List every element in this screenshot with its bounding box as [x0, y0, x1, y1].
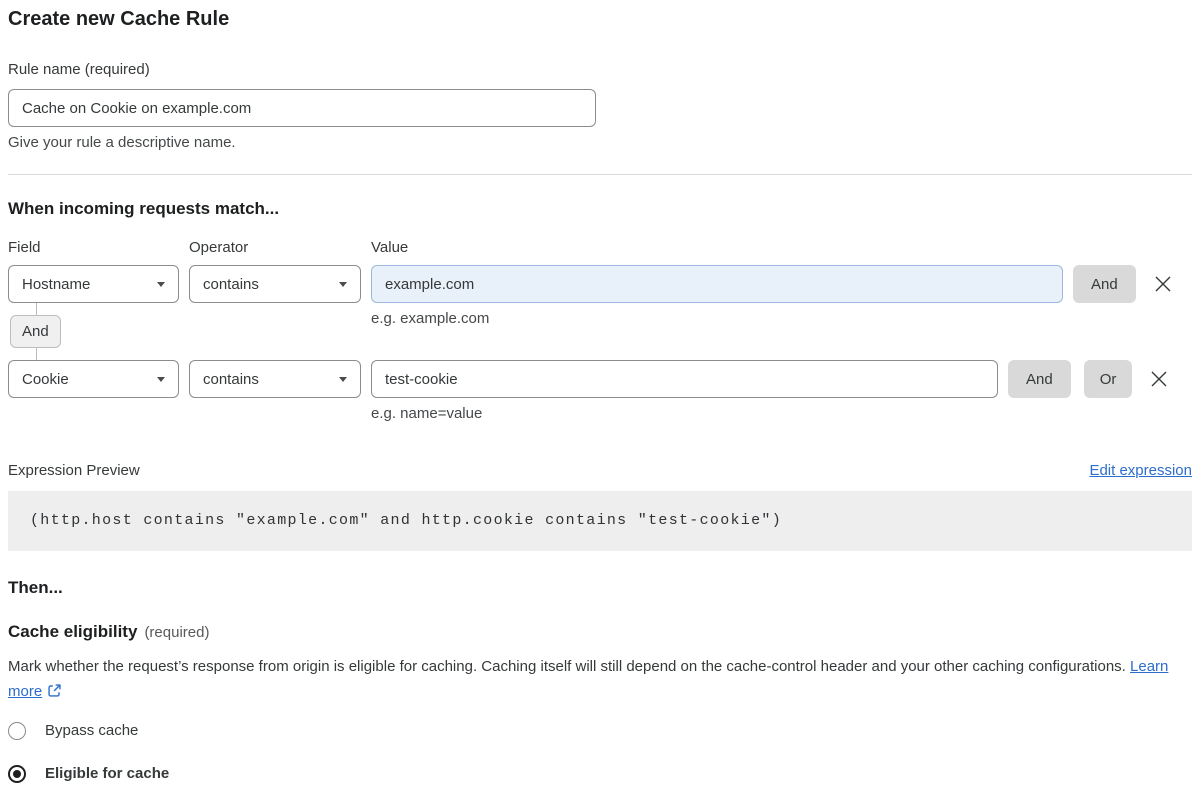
remove-condition-button-row1[interactable]	[1152, 265, 1174, 303]
operator-select-row1[interactable]: contains	[189, 265, 361, 303]
create-cache-rule-form: Create new Cache Rule Rule name (require…	[8, 5, 1192, 784]
field-select-row2-value: Cookie	[22, 371, 69, 388]
remove-condition-button-row2[interactable]	[1148, 360, 1170, 398]
match-column-labels: Field Operator Value	[8, 238, 1192, 258]
radio-option-bypass-cache[interactable]: Bypass cache	[8, 721, 1192, 741]
edit-expression-link[interactable]: Edit expression	[1089, 461, 1192, 481]
value-helper-row2: e.g. name=value	[371, 404, 998, 424]
operator-column-label: Operator	[189, 238, 248, 258]
radio-unselected-icon[interactable]	[8, 722, 26, 740]
rule-name-input[interactable]	[8, 89, 596, 127]
caret-down-icon	[339, 282, 347, 287]
match-row: Hostname contains e.g. example.com And	[8, 265, 1192, 329]
rule-name-helper: Give your rule a descriptive name.	[8, 133, 1192, 153]
radio-option-label: Eligible for cache	[45, 764, 169, 784]
condition-connector-and-button[interactable]: And	[10, 315, 61, 348]
value-column-row2: e.g. name=value	[371, 360, 998, 424]
radio-option-eligible-for-cache[interactable]: Eligible for cache	[8, 764, 1192, 784]
connector-line	[36, 303, 37, 315]
field-select-row1[interactable]: Hostname	[8, 265, 179, 303]
cache-eligibility-options: Bypass cache Eligible for cache	[8, 721, 1192, 784]
expression-preview-label: Expression Preview	[8, 461, 140, 481]
field-select-row2[interactable]: Cookie	[8, 360, 179, 398]
close-icon	[1154, 275, 1172, 293]
add-and-condition-button-row1[interactable]: And	[1073, 265, 1136, 303]
cache-eligibility-description: Mark whether the request’s response from…	[8, 654, 1192, 704]
required-tag: (required)	[144, 624, 209, 641]
match-section-heading: When incoming requests match...	[8, 198, 1192, 220]
caret-down-icon	[157, 282, 165, 287]
page-title: Create new Cache Rule	[8, 5, 1192, 33]
caret-down-icon	[157, 377, 165, 382]
add-and-condition-button-row2[interactable]: And	[1008, 360, 1071, 398]
match-row: Cookie contains e.g. name=value And Or	[8, 360, 1192, 424]
value-input-row2[interactable]	[371, 360, 998, 398]
operator-select-row1-value: contains	[203, 276, 259, 293]
add-or-condition-button-row2[interactable]: Or	[1084, 360, 1133, 398]
radio-option-label: Bypass cache	[45, 721, 138, 741]
external-link-icon	[47, 683, 62, 698]
rule-name-label: Rule name (required)	[8, 60, 1192, 80]
cache-eligibility-title: Cache eligibility	[8, 621, 137, 643]
then-section-heading: Then...	[8, 577, 1192, 599]
radio-selected-icon[interactable]	[8, 765, 26, 783]
field-select-row1-value: Hostname	[22, 276, 90, 293]
section-divider	[8, 174, 1192, 175]
match-rows: Hostname contains e.g. example.com And A…	[8, 265, 1192, 424]
value-input-row1[interactable]	[371, 265, 1063, 303]
cache-eligibility-heading: Cache eligibility (required)	[8, 621, 1192, 643]
operator-select-row2-value: contains	[203, 371, 259, 388]
connector-line	[36, 348, 37, 360]
value-column-row1: e.g. example.com	[371, 265, 1063, 329]
value-helper-row1: e.g. example.com	[371, 309, 1063, 329]
expression-preview-header: Expression Preview Edit expression	[8, 461, 1192, 481]
expression-preview-code: (http.host contains "example.com" and ht…	[8, 491, 1192, 551]
value-column-label: Value	[371, 238, 408, 258]
close-icon	[1150, 370, 1168, 388]
description-text: Mark whether the request’s response from…	[8, 658, 1126, 675]
caret-down-icon	[339, 377, 347, 382]
operator-select-row2[interactable]: contains	[189, 360, 361, 398]
field-column-label: Field	[8, 238, 41, 258]
radio-dot	[13, 770, 21, 778]
